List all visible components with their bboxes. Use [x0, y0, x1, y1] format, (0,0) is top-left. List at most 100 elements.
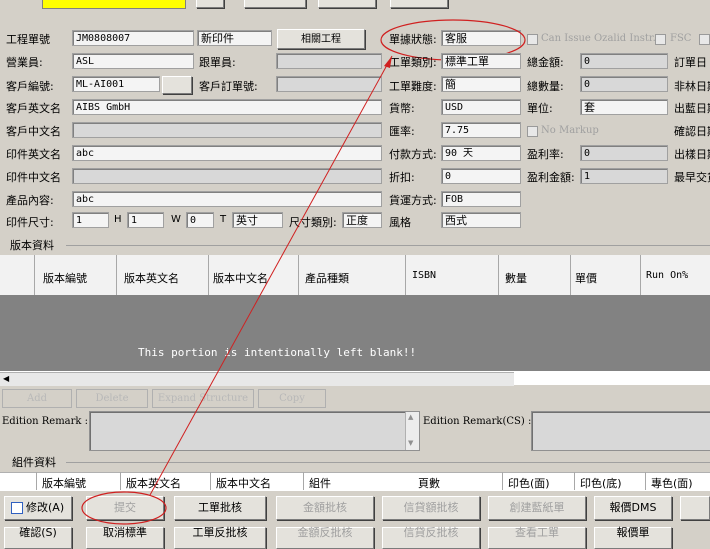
component-header-cell[interactable]: 版本編號: [42, 475, 86, 491]
size-unit-field[interactable]: 英寸: [232, 212, 283, 228]
edition-add-button[interactable]: Add: [2, 389, 72, 408]
edition-grid[interactable]: 版本編號 版本英文名 版本中文名 產品種類 ISBN 數量 單價 Run On%…: [0, 255, 710, 386]
engineering-button[interactable]: 相關工程: [277, 29, 365, 49]
style-field[interactable]: 西式: [441, 212, 521, 228]
quote-sheet-button[interactable]: 報價單: [594, 527, 672, 549]
remark-scrollbar[interactable]: ▲ ▼: [405, 412, 419, 450]
size-h-label: H: [114, 214, 122, 225]
quote-dms-button[interactable]: 報價DMS: [594, 496, 672, 520]
size-category-label: 尺寸類別:: [289, 216, 337, 229]
sales-field[interactable]: ASL: [72, 53, 194, 69]
order-type-label: 工單類別:: [389, 56, 437, 69]
edition-header-cell[interactable]: 單價: [575, 270, 597, 286]
profit-rate-field[interactable]: 0: [580, 145, 668, 161]
client-code-field[interactable]: ML-AI001: [72, 76, 160, 92]
discount-field[interactable]: 0: [441, 168, 521, 184]
credit-approve-button[interactable]: 信貸額批核: [382, 496, 480, 520]
column-divider: [36, 472, 37, 490]
edition-hscrollbar[interactable]: ◀: [0, 372, 514, 386]
scroll-down-arrow-icon[interactable]: ▼: [408, 439, 413, 447]
edition-expand-button[interactable]: Expand Structure: [152, 389, 254, 408]
edition-header-cell[interactable]: 產品種類: [305, 270, 349, 286]
edition-delete-button[interactable]: Delete: [76, 389, 148, 408]
edition-header-cell[interactable]: Run On%: [646, 270, 688, 281]
order-type-field[interactable]: 標準工單: [441, 53, 521, 69]
component-header-cell[interactable]: 印色(底): [580, 475, 622, 491]
cancel-standard-button[interactable]: 取消標準: [86, 527, 164, 549]
order-unapprove-button[interactable]: 工單反批核: [174, 527, 266, 549]
edition-header-cell[interactable]: 版本英文名: [124, 270, 179, 286]
rate-field[interactable]: 7.75: [441, 122, 521, 138]
scroll-left-arrow-icon[interactable]: ◀: [3, 374, 9, 383]
client-cn-field[interactable]: [72, 122, 382, 138]
amount-approve-button[interactable]: 金額批核: [276, 496, 374, 520]
print-en-field[interactable]: abc: [72, 145, 382, 161]
size-l-field[interactable]: 1: [72, 212, 109, 228]
total-qty-field[interactable]: 0: [580, 76, 668, 92]
component-header-cell[interactable]: 版本中文名: [216, 475, 271, 491]
total-amount-field[interactable]: 0: [580, 53, 668, 69]
column-divider: [298, 255, 299, 295]
unit-field[interactable]: 套: [580, 99, 668, 115]
edition-header-cell[interactable]: 版本編號: [43, 270, 87, 286]
toolbar-button-1[interactable]: [196, 0, 224, 8]
component-header-cell[interactable]: 頁數: [418, 475, 440, 491]
non-forest-date-label: 非林日期: [674, 80, 710, 93]
unit-label: 單位:: [527, 102, 553, 115]
submit-button[interactable]: 提交: [86, 496, 164, 520]
currency-field[interactable]: USD: [441, 99, 521, 115]
no-markup-checkbox[interactable]: [527, 126, 538, 137]
create-blueprint-button[interactable]: 創建藍紙單: [488, 496, 586, 520]
view-order-button[interactable]: 查看工單: [488, 527, 586, 549]
print-en-label: 印件英文名: [6, 148, 61, 161]
profit-amount-field[interactable]: 1: [580, 168, 668, 184]
product-field[interactable]: abc: [72, 191, 382, 207]
payment-field[interactable]: 90 天: [441, 145, 521, 161]
column-divider: [116, 255, 117, 295]
component-header-cell[interactable]: 版本英文名: [126, 475, 181, 491]
difficulty-field[interactable]: 簡: [441, 76, 521, 92]
edition-header-cell[interactable]: 數量: [505, 270, 527, 286]
column-divider: [498, 255, 499, 295]
amount-unapprove-button[interactable]: 金額反批核: [276, 527, 374, 549]
order-approve-button[interactable]: 工單批核: [174, 496, 266, 520]
print-cn-field[interactable]: [72, 168, 382, 184]
can-issue-checkbox[interactable]: [527, 34, 538, 45]
size-category-field[interactable]: 正度: [342, 212, 382, 228]
modify-button[interactable]: 修改(A): [4, 496, 72, 520]
edition-remark-cs-textarea[interactable]: [531, 411, 710, 451]
confirm-button[interactable]: 確認(S): [4, 527, 72, 549]
column-divider: [574, 472, 575, 490]
toolbar-button-4[interactable]: [390, 0, 448, 8]
edition-header-cell[interactable]: 版本中文名: [213, 270, 268, 286]
extra-right-button[interactable]: [680, 496, 710, 520]
component-header-cell[interactable]: 組件: [309, 475, 331, 491]
client-lookup-button[interactable]: [162, 76, 192, 94]
job-no-field[interactable]: JM0808007: [72, 30, 194, 46]
size-label: 印件尺寸:: [6, 216, 54, 229]
client-en-field[interactable]: AIBS GmbH: [72, 99, 382, 115]
component-header-cell[interactable]: 印色(面): [508, 475, 550, 491]
column-divider: [570, 255, 571, 295]
follower-field[interactable]: [276, 53, 382, 69]
column-divider: [405, 255, 406, 295]
size-w-field[interactable]: 0: [186, 212, 214, 228]
top-yellow-field[interactable]: [42, 0, 186, 9]
size-h-field[interactable]: 1: [127, 212, 164, 228]
total-qty-label: 總數量:: [527, 80, 564, 93]
shipping-field[interactable]: FOB: [441, 191, 521, 207]
toolbar-button-2[interactable]: [244, 0, 306, 8]
extra-checkbox[interactable]: [699, 34, 710, 45]
order-date-label: 訂單日: [674, 56, 707, 69]
component-header-cell[interactable]: 專色(面): [651, 475, 693, 491]
sample-date-label: 出樣日期: [674, 148, 710, 161]
column-divider: [640, 255, 641, 295]
scroll-up-arrow-icon[interactable]: ▲: [408, 413, 413, 421]
toolbar-button-3[interactable]: [318, 0, 376, 8]
client-order-field[interactable]: [276, 76, 382, 92]
fsc-checkbox[interactable]: [655, 34, 666, 45]
credit-unapprove-button[interactable]: 信貸反批核: [382, 527, 480, 549]
edition-copy-button[interactable]: Copy: [258, 389, 326, 408]
edition-header-cell[interactable]: ISBN: [412, 270, 436, 281]
edition-remark-textarea[interactable]: ▲ ▼: [89, 411, 420, 451]
